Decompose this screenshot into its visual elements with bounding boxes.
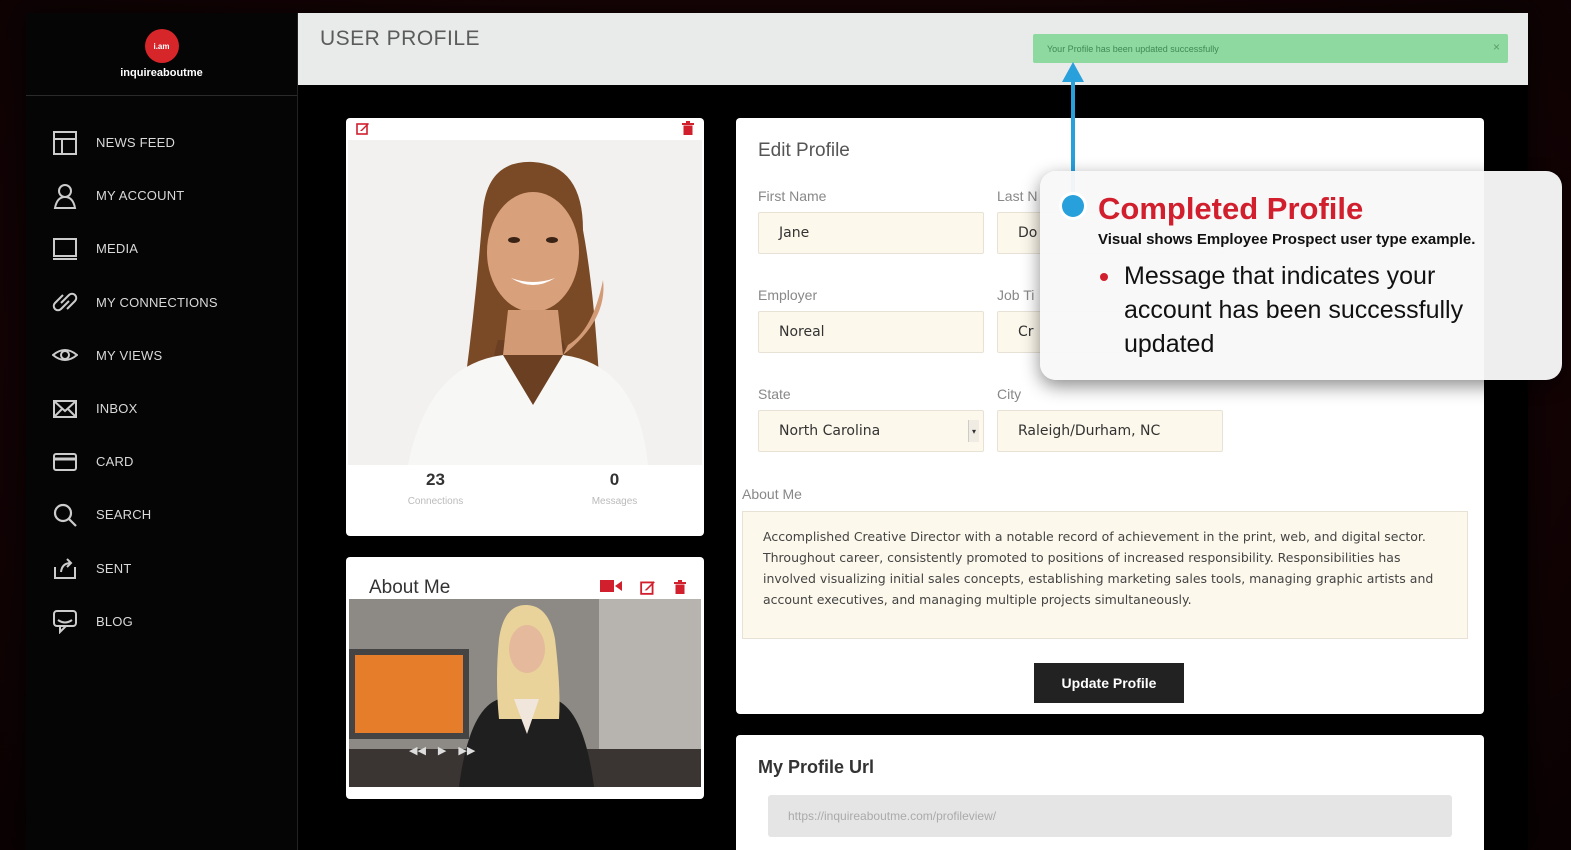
sidebar-item-my-account[interactable]: MY ACCOUNT — [26, 169, 297, 222]
sidebar-item-my-connections[interactable]: MY CONNECTIONS — [26, 276, 297, 329]
sidebar-item-label: NEWS FEED — [96, 135, 176, 151]
sidebar-item-inbox[interactable]: INBOX — [26, 382, 297, 435]
brand-logo: i.am — [144, 29, 179, 63]
card-icon — [50, 447, 80, 477]
brand-name: inquireaboutme — [120, 67, 203, 79]
alert-message: Your Profile has been updated successful… — [1047, 43, 1219, 54]
messages-stat[interactable]: 0 Messages — [525, 470, 704, 507]
city-field[interactable]: Raleigh/Durham, NC — [997, 410, 1223, 452]
sidebar-nav: NEWS FEED MY ACCOUNT MEDIA MY CONNECTION… — [26, 116, 297, 648]
link-icon — [50, 287, 80, 317]
about-me-video-card: About Me ◀◀ ▶ ▶▶ — [346, 557, 704, 799]
rewind-icon[interactable]: ◀◀ — [409, 744, 426, 757]
fast-forward-icon[interactable]: ▶▶ — [458, 744, 475, 757]
success-alert: Your Profile has been updated successful… — [1033, 34, 1508, 63]
sidebar-item-search[interactable]: SEARCH — [26, 488, 297, 541]
share-icon — [50, 553, 80, 583]
sidebar-item-label: MY CONNECTIONS — [96, 294, 218, 310]
profile-url-field[interactable]: https://inquireaboutme.com/profileview/ — [768, 795, 1452, 837]
profile-url-card: My Profile Url https://inquireaboutme.co… — [736, 735, 1484, 850]
edit-profile-title: Edit Profile — [758, 140, 850, 161]
annotation-arrow-dot — [1062, 195, 1084, 217]
update-profile-button[interactable]: Update Profile — [1034, 663, 1184, 703]
sidebar-item-sent[interactable]: SENT — [26, 542, 297, 595]
chevron-down-icon: ▾ — [968, 420, 979, 442]
sidebar-item-blog[interactable]: BLOG — [26, 595, 297, 648]
state-label: State — [758, 386, 791, 402]
state-select[interactable]: North Carolina ▾ — [758, 410, 984, 452]
profile-stats: 23 Connections 0 Messages — [346, 470, 704, 507]
sidebar-item-label: BLOG — [96, 613, 133, 629]
last-name-label: Last N — [997, 188, 1038, 204]
profile-url-title: My Profile Url — [758, 757, 875, 777]
profile-photo-card: 23 Connections 0 Messages — [346, 118, 704, 536]
about-card-title: About Me — [369, 577, 451, 598]
state-select-value: North Carolina — [779, 423, 881, 439]
callout-title: Completed Profile — [1098, 191, 1364, 226]
callout-subtitle: Visual shows Employee Prospect user type… — [1098, 231, 1476, 248]
edit-icon[interactable] — [356, 121, 370, 135]
connections-stat[interactable]: 23 Connections — [346, 470, 525, 507]
sidebar-item-label: CARD — [96, 454, 134, 470]
callout-bullets: Message that indicates your account has … — [1098, 259, 1518, 361]
intro-video-player[interactable]: ◀◀ ▶ ▶▶ — [349, 599, 701, 787]
completed-profile-callout: Completed Profile Visual shows Employee … — [1040, 171, 1562, 380]
page-header: USER PROFILE Your Profile has been updat… — [298, 13, 1528, 85]
edit-icon[interactable] — [640, 579, 656, 600]
search-icon — [50, 500, 80, 530]
about-me-label: About Me — [742, 486, 802, 502]
video-camera-icon[interactable] — [600, 579, 622, 600]
connections-label: Connections — [407, 496, 464, 507]
sidebar: i.am inquireaboutme NEWS FEED MY ACCOUNT… — [26, 13, 298, 850]
messages-label: Messages — [591, 496, 638, 507]
employer-label: Employer — [758, 287, 818, 303]
callout-bullet: Message that indicates your account has … — [1098, 259, 1518, 361]
newsfeed-icon — [50, 128, 80, 158]
first-name-label: First Name — [758, 188, 827, 204]
messages-count: 0 — [609, 470, 620, 489]
user-icon — [50, 181, 80, 211]
profile-photo[interactable] — [348, 140, 702, 465]
eye-icon — [50, 340, 80, 370]
sidebar-item-label: INBOX — [96, 401, 138, 417]
video-controls: ◀◀ ▶ ▶▶ — [409, 743, 629, 757]
sidebar-item-label: SENT — [96, 560, 132, 576]
sidebar-item-card[interactable]: CARD — [26, 435, 297, 488]
envelope-icon — [50, 394, 80, 424]
city-label: City — [997, 386, 1022, 402]
sidebar-item-label: MY VIEWS — [96, 347, 163, 363]
job-title-label: Job Ti — [997, 287, 1035, 303]
sidebar-item-label: MY ACCOUNT — [96, 188, 185, 204]
sidebar-item-label: SEARCH — [96, 507, 152, 523]
about-me-textarea[interactable]: Accomplished Creative Director with a no… — [742, 511, 1468, 639]
sidebar-item-label: MEDIA — [96, 241, 139, 257]
employer-field[interactable]: Noreal — [758, 311, 984, 353]
play-icon[interactable]: ▶ — [438, 744, 446, 757]
trash-icon[interactable] — [682, 121, 694, 135]
chat-icon — [50, 606, 80, 636]
monitor-icon — [50, 234, 80, 264]
sidebar-item-my-views[interactable]: MY VIEWS — [26, 329, 297, 382]
sidebar-item-media[interactable]: MEDIA — [26, 222, 297, 275]
first-name-field[interactable]: Jane — [758, 212, 984, 254]
sidebar-item-news-feed[interactable]: NEWS FEED — [26, 116, 297, 169]
page-title: USER PROFILE — [320, 27, 481, 50]
connections-count: 23 — [426, 470, 445, 489]
brand[interactable]: i.am inquireaboutme — [26, 13, 297, 96]
alert-close-button[interactable]: × — [1493, 40, 1500, 54]
trash-icon[interactable] — [674, 579, 686, 600]
